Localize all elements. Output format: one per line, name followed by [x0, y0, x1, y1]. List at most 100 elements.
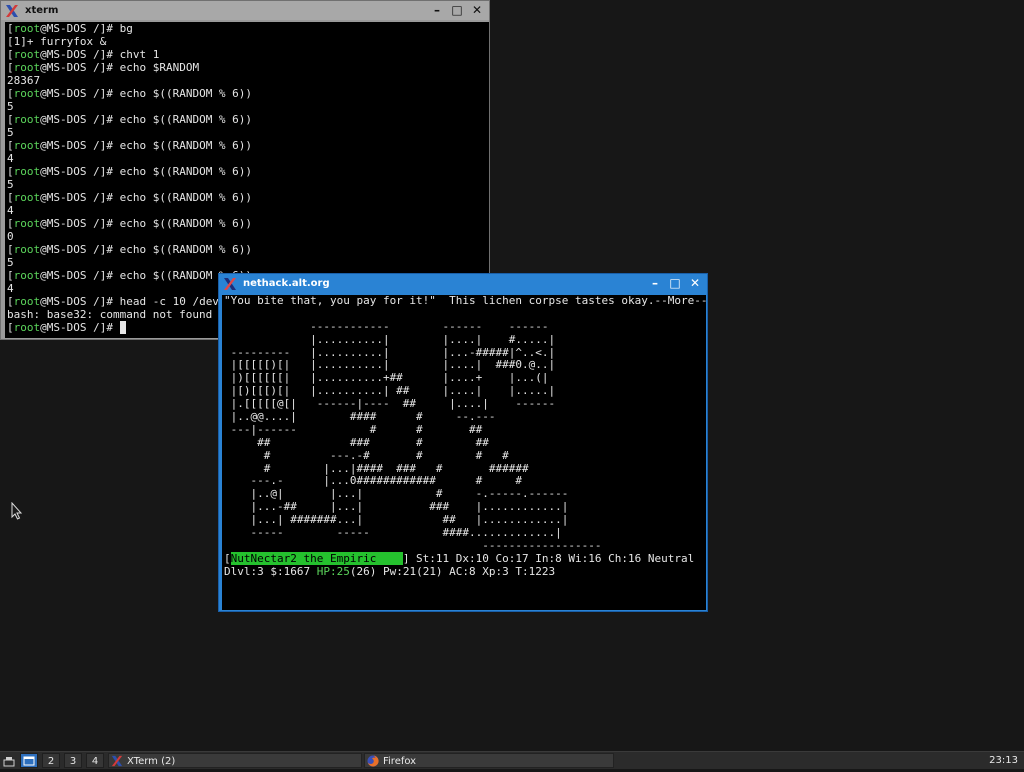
prompt-text: [: [7, 321, 14, 334]
workspace-2[interactable]: 2: [42, 753, 60, 768]
prompt-user: root: [13, 243, 41, 256]
xterm-titlebar[interactable]: xterm – □ ✕: [1, 1, 489, 20]
prompt-user: root: [13, 217, 41, 230]
task-label: Firefox: [383, 756, 417, 767]
window-icon: [23, 756, 35, 766]
dungeon-map: ------------ ------ ------ |..........| …: [224, 308, 706, 553]
output-text: [1]+ furryfox &: [7, 35, 107, 48]
prompt-text: [: [7, 269, 14, 282]
terminal-line: [root@MS-DOS /]# echo $((RANDOM % 6)): [7, 191, 489, 204]
status-level-gold: Dlvl:3 $:1667: [224, 564, 317, 578]
terminal-line: [1]+ furryfox &: [7, 35, 489, 48]
xterm-title: xterm: [25, 5, 59, 16]
prompt-text: [: [7, 61, 14, 74]
maximize-icon[interactable]: □: [449, 3, 465, 18]
status-rest: (26) Pw:21(21) AC:8 Xp:3 T:1223: [349, 564, 556, 578]
map-row: [224, 308, 706, 321]
prompt-text: @MS-DOS /]# chvt 1: [40, 48, 160, 61]
status-line-2: Dlvl:3 $:1667 HP:25(26) Pw:21(21) AC:8 X…: [224, 564, 706, 579]
terminal-line: 5: [7, 256, 489, 269]
terminal-line: 4: [7, 204, 489, 217]
terminal-line: [root@MS-DOS /]# echo $((RANDOM % 6)): [7, 217, 489, 230]
output-text: 5: [7, 256, 14, 269]
minimize-icon[interactable]: –: [647, 276, 663, 291]
prompt-user: root: [13, 87, 41, 100]
clock: 23:13: [989, 755, 1018, 766]
map-row: |..........| |....| #.....|: [224, 332, 556, 346]
prompt-text: [: [7, 139, 14, 152]
prompt-user: root: [13, 22, 41, 35]
prompt-text: [: [7, 22, 14, 35]
prompt-text: [: [7, 217, 14, 230]
close-icon[interactable]: ✕: [469, 3, 485, 18]
prompt-text: [: [7, 113, 14, 126]
text-cursor: [119, 321, 127, 334]
map-row: ---|------ # # ##: [224, 422, 483, 436]
nethack-titlebar[interactable]: nethack.alt.org – □ ✕: [219, 274, 707, 293]
status-hp: HP:25: [316, 564, 350, 578]
output-text: 5: [7, 178, 14, 191]
prompt-text: @MS-DOS /]# bg: [40, 22, 133, 35]
map-row: |..@@....| #### # --.---: [224, 410, 496, 424]
prompt-text: @MS-DOS /]# echo $RANDOM: [40, 61, 200, 74]
task-firefox[interactable]: Firefox: [364, 753, 614, 768]
message-line: "You bite that, you pay for it!" This li…: [224, 295, 706, 308]
task-label: XTerm (2): [127, 756, 176, 767]
prompt-text: [: [7, 295, 14, 308]
firefox-icon: [367, 755, 379, 767]
prompt-user: root: [13, 321, 41, 334]
terminal-line: 0: [7, 230, 489, 243]
output-text: bash: base32: command not found: [7, 308, 213, 321]
terminal-line: [root@MS-DOS /]# echo $((RANDOM % 6)): [7, 165, 489, 178]
prompt-text: [: [7, 165, 14, 178]
x-logo-icon: [111, 755, 123, 767]
prompt-user: root: [13, 139, 41, 152]
mouse-pointer-icon: [11, 502, 23, 520]
x-logo-icon: [6, 4, 18, 17]
attributes: ] St:11 Dx:10 Co:17 In:8 Wi:16 Ch:16 Neu…: [402, 551, 695, 565]
prompt-text: [: [7, 48, 14, 61]
prompt-text: @MS-DOS /]# echo $((RANDOM % 6)): [40, 217, 253, 230]
task-xterm[interactable]: XTerm (2): [108, 753, 362, 768]
map-row: ----- ----- ####.............|: [224, 526, 562, 540]
prompt-text: @MS-DOS /]#: [40, 321, 120, 334]
taskbar: 2 3 4 XTerm (2) Firefox 23:13: [0, 751, 1024, 769]
workspace-4[interactable]: 4: [86, 753, 104, 768]
output-text: 4: [7, 152, 14, 165]
terminal-line: 5: [7, 178, 489, 191]
prompt-text: [: [7, 87, 14, 100]
close-icon[interactable]: ✕: [687, 276, 703, 291]
prompt-user: root: [13, 48, 41, 61]
workspace-3[interactable]: 3: [64, 753, 82, 768]
terminal-line: [root@MS-DOS /]# echo $((RANDOM % 6)): [7, 113, 489, 126]
terminal-line: [root@MS-DOS /]# bg: [7, 22, 489, 35]
nethack-window[interactable]: nethack.alt.org – □ ✕ "You bite that, yo…: [218, 273, 708, 612]
output-text: 5: [7, 126, 14, 139]
terminal-line: 5: [7, 100, 489, 113]
terminal-line: [root@MS-DOS /]# echo $((RANDOM % 6)): [7, 139, 489, 152]
workspace-1[interactable]: [20, 753, 38, 768]
nethack-title: nethack.alt.org: [243, 278, 330, 289]
terminal-line: [root@MS-DOS /]# echo $RANDOM: [7, 61, 489, 74]
nethack-terminal[interactable]: "You bite that, you pay for it!" This li…: [222, 295, 706, 610]
prompt-user: root: [13, 191, 41, 204]
terminal-line: 28367: [7, 74, 489, 87]
output-text: 0: [7, 230, 14, 243]
prompt-text: @MS-DOS /]# echo $((RANDOM % 6)): [40, 139, 253, 152]
maximize-icon[interactable]: □: [667, 276, 683, 291]
prompt-user: root: [13, 165, 41, 178]
map-row: ------------ ------ ------: [224, 319, 549, 333]
prompt-text: @MS-DOS /]# echo $((RANDOM % 6)): [40, 191, 253, 204]
prompt-user: root: [13, 295, 41, 308]
map-row: ## ### # ##: [224, 435, 489, 449]
prompt-text: @MS-DOS /]# echo $((RANDOM % 6)): [40, 243, 253, 256]
prompt-text: [: [7, 191, 14, 204]
output-text: 4: [7, 282, 14, 295]
prompt-text: @MS-DOS /]# echo $((RANDOM % 6)): [40, 87, 253, 100]
desktop-pager-icon[interactable]: [2, 753, 16, 768]
output-text: 5: [7, 100, 14, 113]
minimize-icon[interactable]: –: [429, 3, 445, 18]
prompt-user: root: [13, 113, 41, 126]
terminal-line: 4: [7, 152, 489, 165]
prompt-user: root: [13, 269, 41, 282]
